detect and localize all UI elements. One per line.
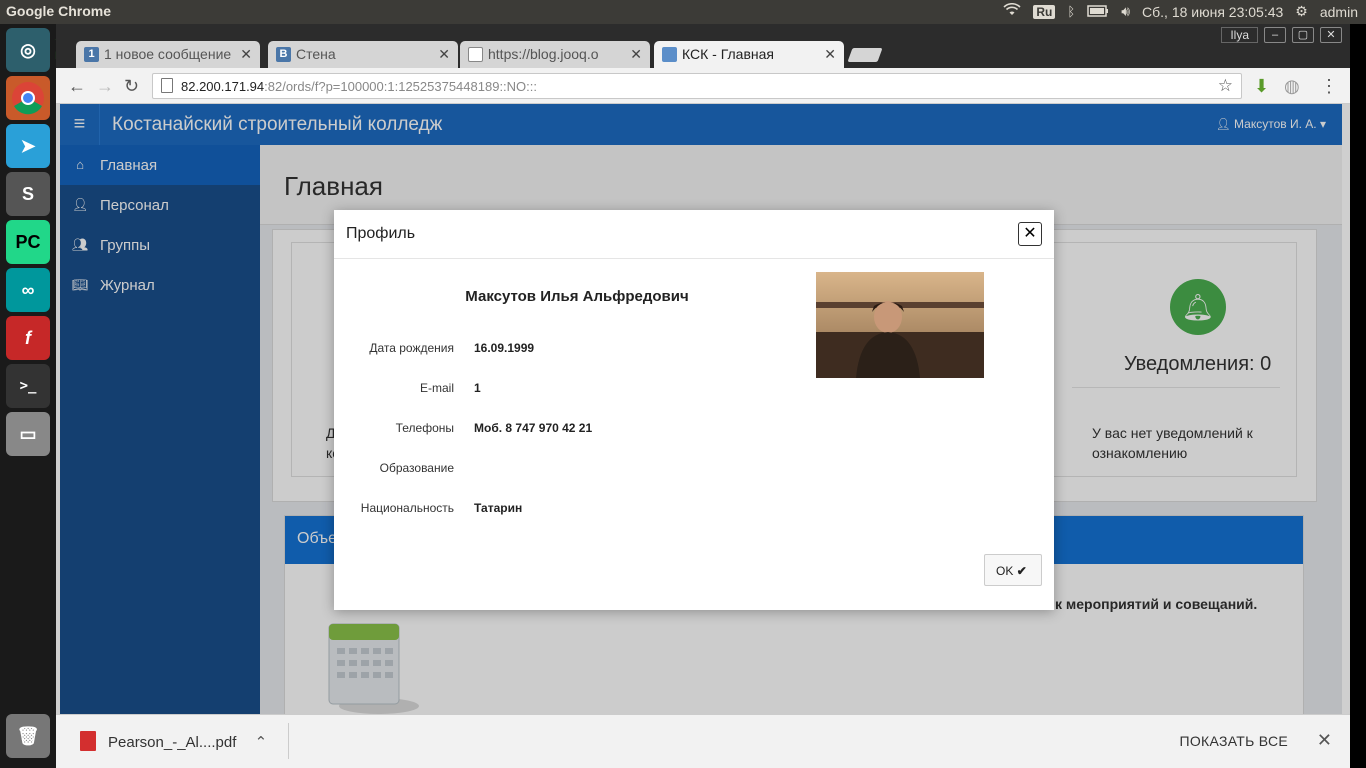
profile-full-name: Максутов Илья Альфредович (465, 288, 689, 305)
terminal-icon[interactable]: >_ (6, 364, 50, 408)
pdf-file-icon (80, 731, 96, 751)
tab-strip: 1 1 новое сообщение ✕ В Стена ✕ https://… (56, 24, 1350, 68)
close-tab-icon[interactable]: ✕ (240, 46, 252, 63)
url-host: 82.200.171.94 (181, 79, 265, 94)
bluetooth-icon[interactable]: ᛒ (1067, 4, 1075, 19)
download-bar: Pearson_-_Al....pdf ⌃ ПОКАЗАТЬ ВСЕ ✕ (56, 714, 1350, 768)
chrome-window: 1 1 новое сообщение ✕ В Стена ✕ https://… (56, 24, 1350, 768)
disk-icon[interactable]: ▭ (6, 412, 50, 456)
address-bar[interactable]: 82.200.171.94:82/ords/f?p=100000:1:12525… (152, 73, 1242, 99)
download-item[interactable]: Pearson_-_Al....pdf ⌃ (108, 733, 267, 751)
close-window-button[interactable]: ✕ (1320, 27, 1342, 43)
page-favicon-icon (468, 47, 483, 62)
field-value-phones: Моб. 8 747 970 42 21 (474, 421, 593, 435)
ok-label: OK (996, 564, 1014, 578)
url-path: :82/ords/f?p=100000:1:12525375448189::NO… (264, 79, 538, 94)
clock[interactable]: Сб., 18 июня 23:05:43 (1142, 4, 1283, 20)
tab-label: Стена (296, 46, 336, 62)
divider (288, 723, 289, 759)
tab-vk-messages[interactable]: 1 1 новое сообщение ✕ (76, 41, 260, 68)
chevron-up-icon[interactable]: ⌃ (255, 734, 268, 751)
page-info-icon[interactable] (161, 78, 173, 93)
web-page: ≡ Костанайский строительный колледж 👤︎ М… (60, 104, 1342, 714)
fontforge-icon[interactable]: f (6, 316, 50, 360)
close-tab-icon[interactable]: ✕ (438, 46, 450, 63)
field-value-birthdate: 16.09.1999 (474, 341, 535, 355)
pycharm-icon[interactable]: PC (6, 220, 50, 264)
bookmark-star-icon[interactable]: ☆ (1218, 76, 1233, 96)
system-top-panel: Google Chrome Ru ᛒ 🔊︎ Сб., 18 июня 23:05… (0, 0, 1366, 24)
chrome-icon[interactable] (6, 76, 50, 120)
check-icon: ✔ (1016, 564, 1027, 578)
system-tray: Ru ᛒ 🔊︎ Сб., 18 июня 23:05:43 ⚙ admin (1003, 3, 1358, 20)
wifi-icon[interactable] (1003, 3, 1021, 20)
close-download-bar-icon[interactable]: ✕ (1317, 730, 1332, 751)
back-icon[interactable]: ← (68, 76, 86, 97)
field-label-education: Образование (379, 461, 454, 475)
profile-user-chip[interactable]: Ilya (1221, 27, 1258, 43)
close-tab-icon[interactable]: ✕ (824, 46, 836, 63)
chrome-menu-icon[interactable]: ⋮ (1320, 76, 1338, 97)
keyboard-layout-indicator[interactable]: Ru (1033, 4, 1056, 19)
close-tab-icon[interactable]: ✕ (630, 46, 642, 63)
arduino-icon[interactable]: ∞ (6, 268, 50, 312)
unity-launcher: ◎ ➤ S PC ∞ f >_ ▭ 🗑︎ (0, 24, 56, 768)
forward-icon[interactable]: → (96, 76, 114, 97)
vk-favicon-icon: 1 (84, 47, 99, 62)
close-dialog-button[interactable]: ✕ (1018, 222, 1042, 246)
ok-button[interactable]: OK ✔ (984, 554, 1042, 586)
dialog-header: Профиль ✕ (334, 210, 1054, 259)
field-value-nationality: Татарин (474, 501, 523, 515)
gear-icon[interactable]: ⚙ (1295, 3, 1308, 20)
field-label-phones: Телефоны (395, 421, 454, 435)
maximize-button[interactable]: ▢ (1292, 27, 1314, 43)
tab-label: 1 новое сообщение (104, 46, 232, 62)
profile-photo (816, 272, 984, 378)
reload-icon[interactable]: ↻ (124, 76, 139, 97)
download-extension-icon[interactable]: ⬇ (1254, 76, 1269, 97)
tab-label: https://blog.jooq.o (488, 46, 599, 62)
profile-dialog: Профиль ✕ Максутов Илья Альфредович Дата… (334, 210, 1054, 610)
battery-icon[interactable] (1087, 4, 1109, 20)
trash-icon[interactable]: 🗑︎ (6, 714, 50, 758)
apex-favicon-icon (662, 47, 677, 62)
field-label-birthdate: Дата рождения (369, 341, 454, 355)
extension-icon[interactable]: ◍ (1284, 76, 1300, 97)
ubuntu-dash-icon[interactable]: ◎ (6, 28, 50, 72)
tab-vk-wall[interactable]: В Стена ✕ (268, 41, 458, 68)
field-label-email: E-mail (419, 381, 454, 395)
show-all-downloads-button[interactable]: ПОКАЗАТЬ ВСЕ (1179, 733, 1288, 749)
minimize-button[interactable]: – (1264, 27, 1286, 43)
tab-blog-jooq[interactable]: https://blog.jooq.o ✕ (460, 41, 650, 68)
active-app-name: Google Chrome (6, 3, 112, 19)
new-tab-button[interactable] (847, 48, 883, 62)
session-username[interactable]: admin (1320, 4, 1358, 20)
download-file-name: Pearson_-_Al....pdf (108, 734, 237, 751)
vk-favicon-icon: В (276, 47, 291, 62)
browser-toolbar: ← → ↻ 82.200.171.94:82/ords/f?p=100000:1… (56, 68, 1350, 104)
window-controls: – ▢ ✕ (1264, 27, 1342, 43)
field-value-email: 1 (474, 381, 481, 395)
telegram-icon[interactable]: ➤ (6, 124, 50, 168)
dialog-title: Профиль (346, 225, 416, 242)
sublime-text-icon[interactable]: S (6, 172, 50, 216)
tab-label: КСК - Главная (682, 46, 774, 62)
tab-ksk-main[interactable]: КСК - Главная ✕ (654, 41, 844, 68)
field-label-nationality: Национальность (360, 501, 454, 515)
volume-icon[interactable]: 🔊︎ (1121, 3, 1130, 20)
